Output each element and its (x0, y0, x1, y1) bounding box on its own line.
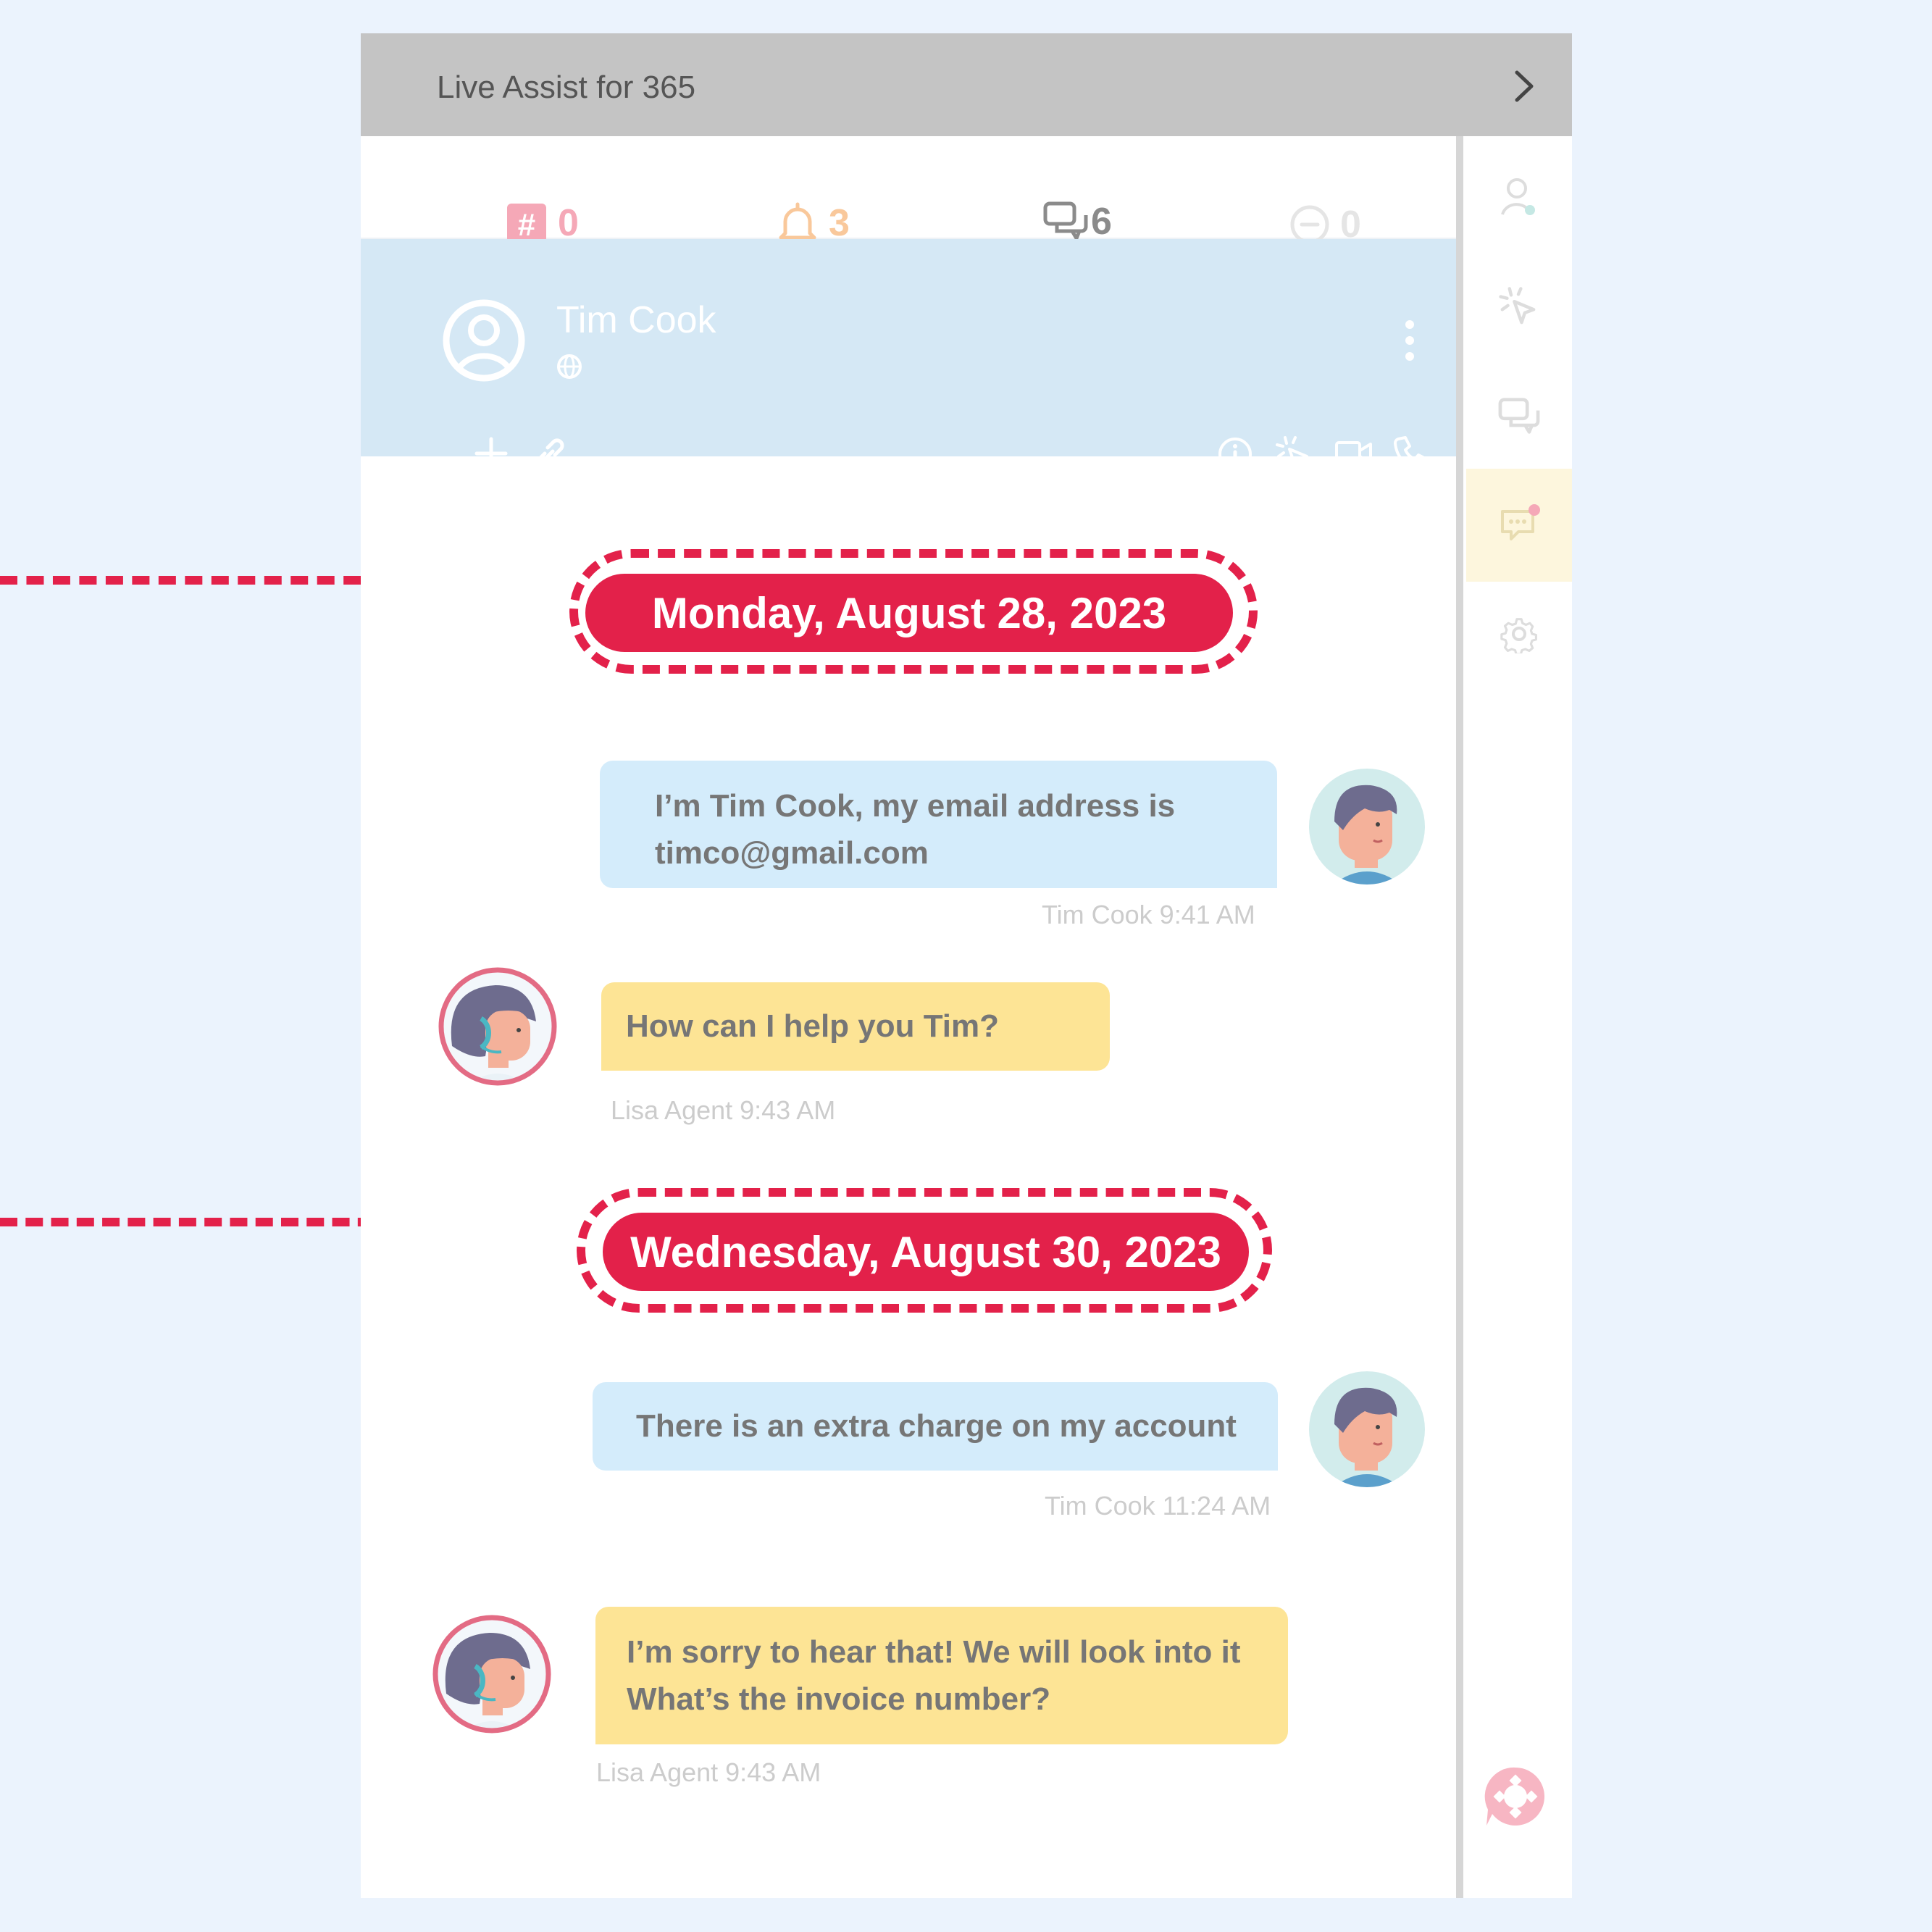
customer-avatar (1309, 1371, 1425, 1487)
counters-bar: # 0 3 6 0 (361, 136, 1456, 246)
counter-hash-value: 0 (558, 202, 579, 244)
message-line: I’m Tim Cook, my email address is (655, 788, 1176, 824)
hash-icon: # (507, 204, 546, 243)
settings-gear-icon[interactable] (1500, 614, 1539, 653)
date-separator: Wednesday, August 30, 2023 (603, 1213, 1249, 1291)
message-meta: Lisa Agent 9:43 AM (596, 1757, 821, 1787)
counter-hash[interactable]: # 0 (506, 201, 579, 245)
agent-message: How can I help you Tim? (601, 982, 1110, 1071)
counter-chats-value: 6 (1091, 201, 1112, 243)
live-assist-panel: Live Assist for 365 # 0 3 6 0 Tim Cook M… (361, 33, 1572, 1898)
svg-text:#: # (518, 207, 535, 243)
cobrowse-icon[interactable] (1497, 285, 1540, 329)
chat-notification-icon[interactable] (1498, 504, 1543, 545)
agent-avatar (432, 1615, 551, 1734)
message-line: I’m sorry to hear that! We will look int… (627, 1634, 1241, 1670)
scrollbar[interactable] (1456, 136, 1463, 1898)
message-line: There is an extra charge on my account (636, 1408, 1237, 1444)
contact-name: Tim Cook (556, 299, 716, 341)
message-line: timco@gmail.com (655, 835, 929, 871)
bell-icon (779, 202, 816, 245)
counter-bell[interactable]: 3 (777, 201, 850, 245)
contact-header: Tim Cook (361, 239, 1456, 471)
message-meta: Tim Cook 11:24 AM (1045, 1491, 1271, 1521)
agent-message: I’m sorry to hear that! We will look int… (595, 1607, 1288, 1744)
chats-icon (1043, 201, 1088, 241)
globe-icon (557, 354, 582, 379)
more-options-icon[interactable] (1402, 319, 1417, 362)
agent-avatar (438, 967, 557, 1086)
conversations-icon[interactable] (1498, 397, 1540, 436)
chevron-right-icon[interactable] (1505, 68, 1542, 104)
chat-transcript: Monday, August 28, 2023 I’m Tim Cook, my… (361, 456, 1456, 1898)
message-meta: Lisa Agent 9:43 AM (611, 1095, 836, 1125)
help-lifebuoy-icon[interactable] (1482, 1763, 1549, 1830)
message-line: How can I help you Tim? (626, 1008, 1000, 1044)
customer-message: I’m Tim Cook, my email address is timco@… (600, 761, 1277, 888)
contact-avatar-icon (443, 299, 525, 382)
message-line: What’s the invoice number? (627, 1681, 1051, 1717)
app-title: Live Assist for 365 (437, 70, 696, 105)
message-meta: Tim Cook 9:41 AM (1042, 900, 1255, 929)
title-bar: Live Assist for 365 (361, 33, 1572, 136)
customer-avatar (1309, 769, 1425, 885)
customer-profile-icon[interactable] (1500, 175, 1539, 219)
date-separator: Monday, August 28, 2023 (585, 574, 1233, 652)
customer-message: There is an extra charge on my account (593, 1382, 1278, 1471)
counter-chats[interactable]: 6 (1043, 200, 1112, 243)
counter-bell-value: 3 (829, 202, 850, 244)
